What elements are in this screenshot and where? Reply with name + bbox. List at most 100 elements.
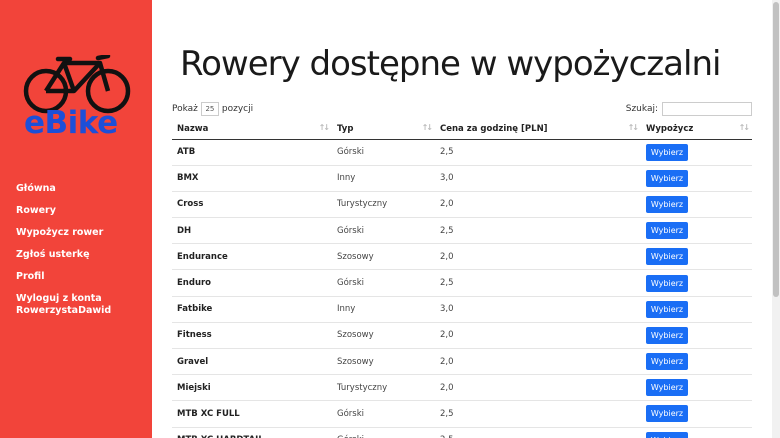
table-row: Miejski Turystyczny 2,0 Wybierz [172, 374, 752, 402]
logo-text: eBike [24, 105, 118, 141]
bike-type-cell: Górski [332, 427, 435, 438]
select-bike-button[interactable]: Wybierz [646, 222, 688, 240]
nav-item-profile[interactable]: Profil [16, 271, 148, 283]
nav-item-home[interactable]: Główna [16, 183, 148, 195]
select-bike-button[interactable]: Wybierz [646, 353, 688, 371]
bike-name-cell: Endurance [172, 243, 332, 271]
rent-cell: Wybierz [641, 374, 752, 402]
sort-icon: ↑↓ [627, 123, 639, 132]
rent-cell: Wybierz [641, 427, 752, 438]
table-row: Gravel Szosowy 2,0 Wybierz [172, 348, 752, 376]
table-body: ATB Górski 2,5 Wybierz BMX Inny 3,0 Wybierz Cros… [172, 139, 752, 438]
bike-type-cell: Szosowy [332, 243, 435, 271]
bike-price-cell: 2,5 [435, 400, 641, 428]
search-control: Szukaj: [626, 102, 752, 116]
table-row: ATB Górski 2,5 Wybierz [172, 139, 752, 166]
sort-icon: ↑↓ [318, 123, 330, 132]
bike-price-cell: 2,0 [435, 348, 641, 376]
bike-type-cell: Górski [332, 400, 435, 428]
select-bike-button[interactable]: Wybierz [646, 326, 688, 344]
page-title: Rowery dostępne w wypożyczalni [180, 44, 721, 84]
bike-name-cell: MTB XC HARDTAIL [172, 427, 332, 438]
bike-price-cell: 2,5 [435, 139, 641, 166]
bikes-table: Nazwa ↑↓ Typ ↑↓ Cena za godzinę [PLN] ↑↓ Wy… [172, 119, 752, 438]
rent-cell: Wybierz [641, 243, 752, 271]
nav-item-rent-bike[interactable]: Wypożycz rower [16, 227, 148, 239]
bike-name-cell: Enduro [172, 269, 332, 297]
table-header-row: Nazwa ↑↓ Typ ↑↓ Cena za godzinę [PLN] ↑↓ Wy… [172, 119, 752, 140]
rent-cell: Wybierz [641, 322, 752, 350]
column-header-price[interactable]: Cena za godzinę [PLN] ↑↓ [435, 119, 641, 140]
column-header-type[interactable]: Typ ↑↓ [332, 119, 435, 140]
show-label: Pokaż [172, 104, 198, 114]
table-row: DH Górski 2,5 Wybierz [172, 217, 752, 245]
bike-price-cell: 2,5 [435, 217, 641, 245]
table-row: MTB XC HARDTAILGórski2,5 Wybierz [172, 427, 752, 438]
select-bike-button[interactable]: Wybierz [646, 274, 688, 292]
sort-icon: ↑↓ [421, 123, 433, 132]
nav-item-report-fault[interactable]: Zgłoś usterkę [16, 249, 148, 261]
bike-price-cell: 2,5 [435, 269, 641, 297]
bike-type-cell: Turystyczny [332, 191, 435, 219]
bike-price-cell: 3,0 [435, 165, 641, 192]
bike-name-cell: DH [172, 217, 332, 245]
bike-name-cell: ATB [172, 139, 332, 166]
bike-name-cell: Gravel [172, 348, 332, 376]
select-bike-button[interactable]: Wybierz [646, 379, 688, 397]
bike-name-cell: Fatbike [172, 296, 332, 323]
bike-price-cell: 2,0 [435, 374, 641, 402]
search-input[interactable] [662, 102, 752, 116]
select-bike-button[interactable]: Wybierz [646, 300, 688, 318]
rent-cell: Wybierz [641, 217, 752, 245]
sort-icon: ↑↓ [738, 123, 750, 132]
page-length-select[interactable]: 25 [200, 102, 219, 116]
bike-name-cell: Fitness [172, 322, 332, 350]
bike-name-cell: Miejski [172, 374, 332, 402]
nav-item-logout[interactable]: Wyloguj z konta RowerzystaDawid [16, 293, 148, 317]
bike-name-cell: MTB XC FULL [172, 400, 332, 428]
table-row: Cross Turystyczny 2,0 Wybierz [172, 191, 752, 219]
nav-item-bikes[interactable]: Rowery [16, 205, 148, 217]
table-row: MTB XC FULL Górski 2,5 Wybierz [172, 400, 752, 428]
bike-price-cell: 3,0 [435, 296, 641, 323]
page-length-control: Pokaż 25 pozycji [172, 102, 253, 116]
select-bike-button[interactable]: Wybierz [646, 405, 688, 423]
rent-cell: Wybierz [641, 165, 752, 192]
rent-cell: Wybierz [641, 139, 752, 166]
bike-price-cell: 2,5 [435, 427, 641, 438]
entries-label: pozycji [221, 104, 254, 114]
bike-name-cell: BMX [172, 165, 332, 192]
bike-price-cell: 2,0 [435, 243, 641, 271]
rent-cell: Wybierz [641, 400, 752, 428]
rent-cell: Wybierz [641, 269, 752, 297]
bike-price-cell: 2,0 [435, 191, 641, 219]
table-row: BMX Inny 3,0 Wybierz [172, 165, 752, 192]
select-bike-button[interactable]: Wybierz [646, 248, 688, 266]
rent-cell: Wybierz [641, 191, 752, 219]
select-bike-button[interactable]: Wybierz [646, 195, 688, 213]
bike-type-cell: Inny [332, 296, 435, 323]
bike-type-cell: Górski [332, 269, 435, 297]
select-bike-button[interactable]: Wybierz [646, 143, 688, 161]
column-header-name[interactable]: Nazwa ↑↓ [172, 119, 332, 140]
rent-cell: Wybierz [641, 348, 752, 376]
scrollbar-thumb[interactable] [773, 2, 779, 297]
select-bike-button[interactable]: Wybierz [646, 169, 688, 187]
bike-type-cell: Szosowy [332, 322, 435, 350]
table-row: Endurance Szosowy 2,0 Wybierz [172, 243, 752, 271]
bike-type-cell: Turystyczny [332, 374, 435, 402]
bike-price-cell: 2,0 [435, 322, 641, 350]
bike-type-cell: Górski [332, 139, 435, 166]
column-header-rent[interactable]: Wypożycz ↑↓ [641, 119, 752, 140]
rent-cell: Wybierz [641, 296, 752, 323]
main-content: Rowery dostępne w wypożyczalni Pokaż 25 … [152, 0, 772, 438]
bike-type-cell: Górski [332, 217, 435, 245]
select-bike-button[interactable]: Wybierz [646, 431, 688, 438]
bike-type-cell: Szosowy [332, 348, 435, 376]
main-nav: Główna Rowery Wypożycz rower Zgłoś uster… [16, 183, 148, 327]
table-row: Fitness Szosowy 2,0 Wybierz [172, 322, 752, 350]
bike-name-cell: Cross [172, 191, 332, 219]
table-row: Fatbike Inny 3,0 Wybierz [172, 296, 752, 323]
bike-type-cell: Inny [332, 165, 435, 192]
page-scrollbar[interactable] [772, 0, 780, 438]
